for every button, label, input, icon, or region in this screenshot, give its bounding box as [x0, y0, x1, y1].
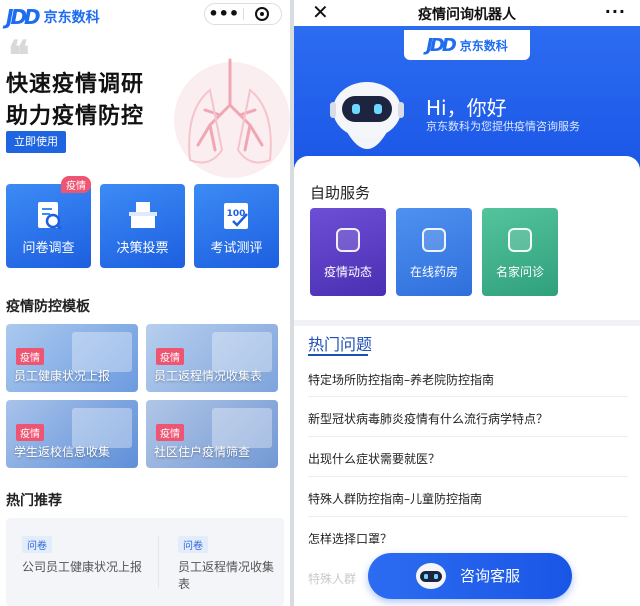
- template-title: 学生返校信息收集: [14, 445, 111, 459]
- question-item[interactable]: 特殊人群防控指南–儿童防控指南: [308, 490, 482, 507]
- hot-recommend-list: 问卷 公司员工健康状况上报 问卷 员工返程情况收集表: [6, 518, 284, 606]
- template-title: 员工返程情况收集表: [154, 369, 263, 383]
- template-illustration: [72, 408, 132, 448]
- jdd-logo: JDD 京东数科: [6, 5, 100, 29]
- self-service-pharmacy[interactable]: 在线药房: [396, 208, 472, 296]
- template-title: 员工健康状况上报: [14, 369, 111, 383]
- greeting-banner: JDD 京东数科 Hi，你好 京东数科为您提供疫情咨询服务: [294, 26, 640, 176]
- service-label-exam: 考试测评: [210, 241, 263, 256]
- jdd-logo: JDD 京东数科: [404, 30, 530, 60]
- survey-app-panel: JDD 京东数科 ••• ❝ 快速疫情调研 助力疫情防控 立即使用 疫情 问卷调…: [0, 0, 290, 606]
- template-card[interactable]: 疫情 社区住户疫情筛查: [146, 400, 278, 468]
- hot-recommend-item[interactable]: 问卷 员工返程情况收集表: [178, 534, 278, 593]
- question-divider: [308, 436, 628, 437]
- greeting-title: Hi，你好: [426, 96, 507, 120]
- jdd-logo-mark: JDD: [6, 5, 41, 29]
- template-card[interactable]: 疫情 员工返程情况收集表: [146, 324, 278, 392]
- template-tag: 疫情: [16, 348, 44, 365]
- template-tag: 疫情: [156, 424, 184, 441]
- service-label-vote: 决策投票: [116, 241, 169, 256]
- service-card-survey[interactable]: 疫情 问卷调查: [6, 176, 91, 268]
- hero-banner: ❝ 快速疫情调研 助力疫情防控 立即使用: [0, 32, 290, 178]
- mini-program-capsule: •••: [204, 3, 282, 25]
- right-top-bar: ✕ 疫情问询机器人 ···: [294, 0, 640, 26]
- service-card-vote[interactable]: 决策投票: [100, 184, 185, 268]
- robot-avatar: [330, 82, 404, 166]
- question-divider: [308, 396, 628, 397]
- phone-alert-icon: [336, 228, 360, 252]
- survey-tag: 问卷: [22, 536, 52, 553]
- templates-title: 疫情防控模板: [6, 299, 90, 315]
- hot-recommend-item[interactable]: 问卷 公司员工健康状况上报: [22, 534, 142, 576]
- template-tag: 疫情: [16, 424, 44, 441]
- service-card-exam[interactable]: 100 考试测评: [194, 184, 279, 268]
- left-top-bar: JDD 京东数科 •••: [0, 0, 290, 32]
- template-illustration: [72, 332, 132, 372]
- hot-questions-underline: [308, 354, 368, 356]
- service-label-survey: 问卷调查: [22, 241, 75, 256]
- template-title: 社区住户疫情筛查: [154, 445, 251, 459]
- self-service-title: 自助服务: [310, 184, 371, 202]
- hot-item-title: 员工返程情况收集表: [178, 560, 275, 591]
- doctor-icon: [508, 228, 532, 252]
- medicine-icon: [422, 228, 446, 252]
- self-service-label: 在线药房: [409, 265, 458, 279]
- self-service-doctor[interactable]: 名家问诊: [482, 208, 558, 296]
- epidemic-tag: 疫情: [61, 176, 91, 193]
- self-service-epidemic[interactable]: 疫情动态: [310, 208, 386, 296]
- chatbot-panel: ✕ 疫情问询机器人 ··· JDD 京东数科 Hi，你好 京东数科为您提供疫情咨…: [294, 0, 640, 606]
- self-service-label: 名家问诊: [495, 265, 544, 279]
- score-100-icon: 100: [223, 203, 248, 229]
- jdd-logo-name: 京东数科: [43, 10, 100, 26]
- hot-questions-title: 热门问题: [308, 335, 373, 354]
- template-illustration: [212, 332, 272, 372]
- question-item[interactable]: 新型冠状病毒肺炎疫情有什么流行病学特点？: [308, 410, 548, 427]
- template-tag: 疫情: [156, 348, 184, 365]
- consult-service-label: 咨询客服: [460, 567, 521, 585]
- more-icon[interactable]: ···: [605, 2, 626, 21]
- question-item[interactable]: 特定场所防控指南–养老院防控指南: [308, 371, 494, 388]
- robot-icon: [416, 563, 446, 589]
- jdd-logo-name: 京东数科: [459, 38, 508, 53]
- greeting-subtitle: 京东数科为您提供疫情咨询服务: [426, 120, 580, 133]
- template-illustration: [212, 408, 272, 448]
- template-card[interactable]: 疫情 员工健康状况上报: [6, 324, 138, 392]
- question-item[interactable]: 怎样选择口罩？: [308, 530, 392, 547]
- hot-divider: [158, 536, 159, 588]
- section-divider: [294, 320, 640, 326]
- hot-recommend-title: 热门推荐: [6, 493, 62, 509]
- self-service-card: 自助服务 疫情动态 在线药房 名家问诊: [294, 156, 640, 320]
- lungs-illustration: [174, 58, 290, 178]
- jdd-logo-mark: JDD: [426, 34, 457, 56]
- target-icon[interactable]: [243, 7, 281, 21]
- self-service-label: 疫情动态: [323, 265, 372, 279]
- more-dots-icon[interactable]: •••: [205, 6, 243, 22]
- use-now-button[interactable]: 立即使用: [6, 131, 66, 153]
- question-item[interactable]: 出现什么症状需要就医？: [308, 450, 440, 467]
- ballot-box-icon: [128, 202, 157, 228]
- survey-tag: 问卷: [178, 536, 208, 553]
- question-divider: [308, 476, 628, 477]
- hero-title-line1: 快速疫情调研: [6, 72, 145, 97]
- page-title: 疫情问询机器人: [418, 7, 516, 23]
- template-card[interactable]: 疫情 学生返校信息收集: [6, 400, 138, 468]
- hot-item-title: 公司员工健康状况上报: [22, 560, 143, 574]
- question-item[interactable]: 特殊人群: [308, 570, 356, 587]
- question-divider: [308, 516, 628, 517]
- consult-service-button[interactable]: 咨询客服: [368, 553, 572, 599]
- hero-title-line2: 助力疫情防控: [6, 104, 145, 129]
- search-doc-icon: [37, 202, 62, 230]
